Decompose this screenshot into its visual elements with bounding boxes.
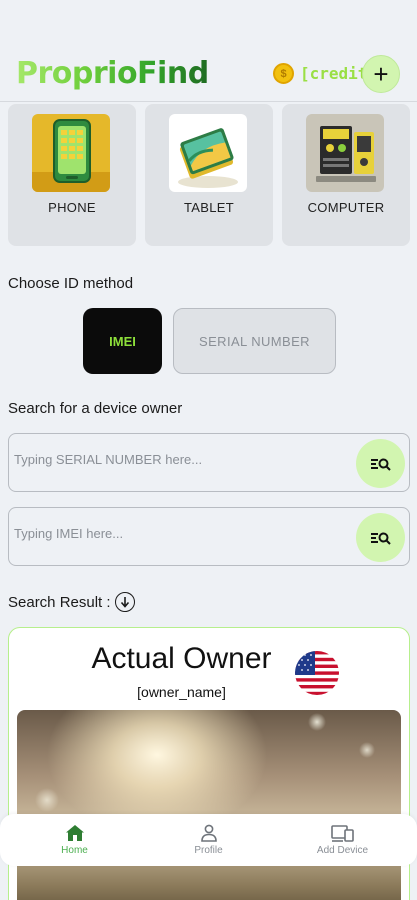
serial-number-input[interactable] xyxy=(14,452,344,467)
devices-icon xyxy=(330,825,354,842)
search-result-label: Search Result : xyxy=(8,593,111,611)
owner-name: [owner_name] xyxy=(137,684,226,700)
serial-search-field xyxy=(8,433,410,492)
id-method-heading: Choose ID method xyxy=(8,275,134,292)
search-list-icon xyxy=(370,458,391,471)
person-icon xyxy=(200,824,217,842)
serial-search-button[interactable] xyxy=(356,439,405,488)
nav-add-device-label: Add Device xyxy=(316,845,369,856)
nav-profile[interactable]: Profile xyxy=(139,814,278,866)
category-tablet[interactable]: TABLET xyxy=(145,104,273,246)
imei-option-button[interactable]: IMEI xyxy=(83,308,162,374)
app-title: ProprioFind xyxy=(16,56,209,91)
nav-add-device[interactable]: Add Device xyxy=(273,814,412,866)
category-computer[interactable]: COMPUTER xyxy=(282,104,410,246)
app-header: ProprioFind $ [credit] + xyxy=(0,0,417,102)
imei-search-field xyxy=(8,507,410,566)
serial-number-option-button[interactable]: SERIAL NUMBER xyxy=(173,308,336,374)
search-result-heading: Search Result : xyxy=(8,592,135,612)
imei-input[interactable] xyxy=(14,526,344,541)
device-category-list: PHONE TABLET COMPUTER xyxy=(8,104,410,246)
arrow-down-circle-icon[interactable] xyxy=(114,592,135,612)
home-icon xyxy=(65,825,84,841)
bottom-navigation: Home Profile Add Device xyxy=(0,814,417,866)
category-label: TABLET xyxy=(184,200,234,215)
category-phone[interactable]: PHONE xyxy=(8,104,136,246)
phone-illustration-icon xyxy=(32,114,110,192)
nav-home[interactable]: Home xyxy=(5,814,144,866)
category-label: PHONE xyxy=(48,200,96,215)
nav-profile-label: Profile xyxy=(194,845,223,856)
nav-home-label: Home xyxy=(61,845,88,856)
search-list-icon xyxy=(370,532,391,545)
owner-photo xyxy=(17,710,401,900)
computer-illustration-icon xyxy=(306,114,384,192)
search-heading: Search for a device owner xyxy=(8,400,183,417)
add-credit-button[interactable]: + xyxy=(362,55,400,93)
tablet-illustration-icon xyxy=(169,114,247,192)
coin-icon: $ xyxy=(273,63,294,84)
imei-search-button[interactable] xyxy=(356,513,405,562)
category-label: COMPUTER xyxy=(307,200,385,215)
